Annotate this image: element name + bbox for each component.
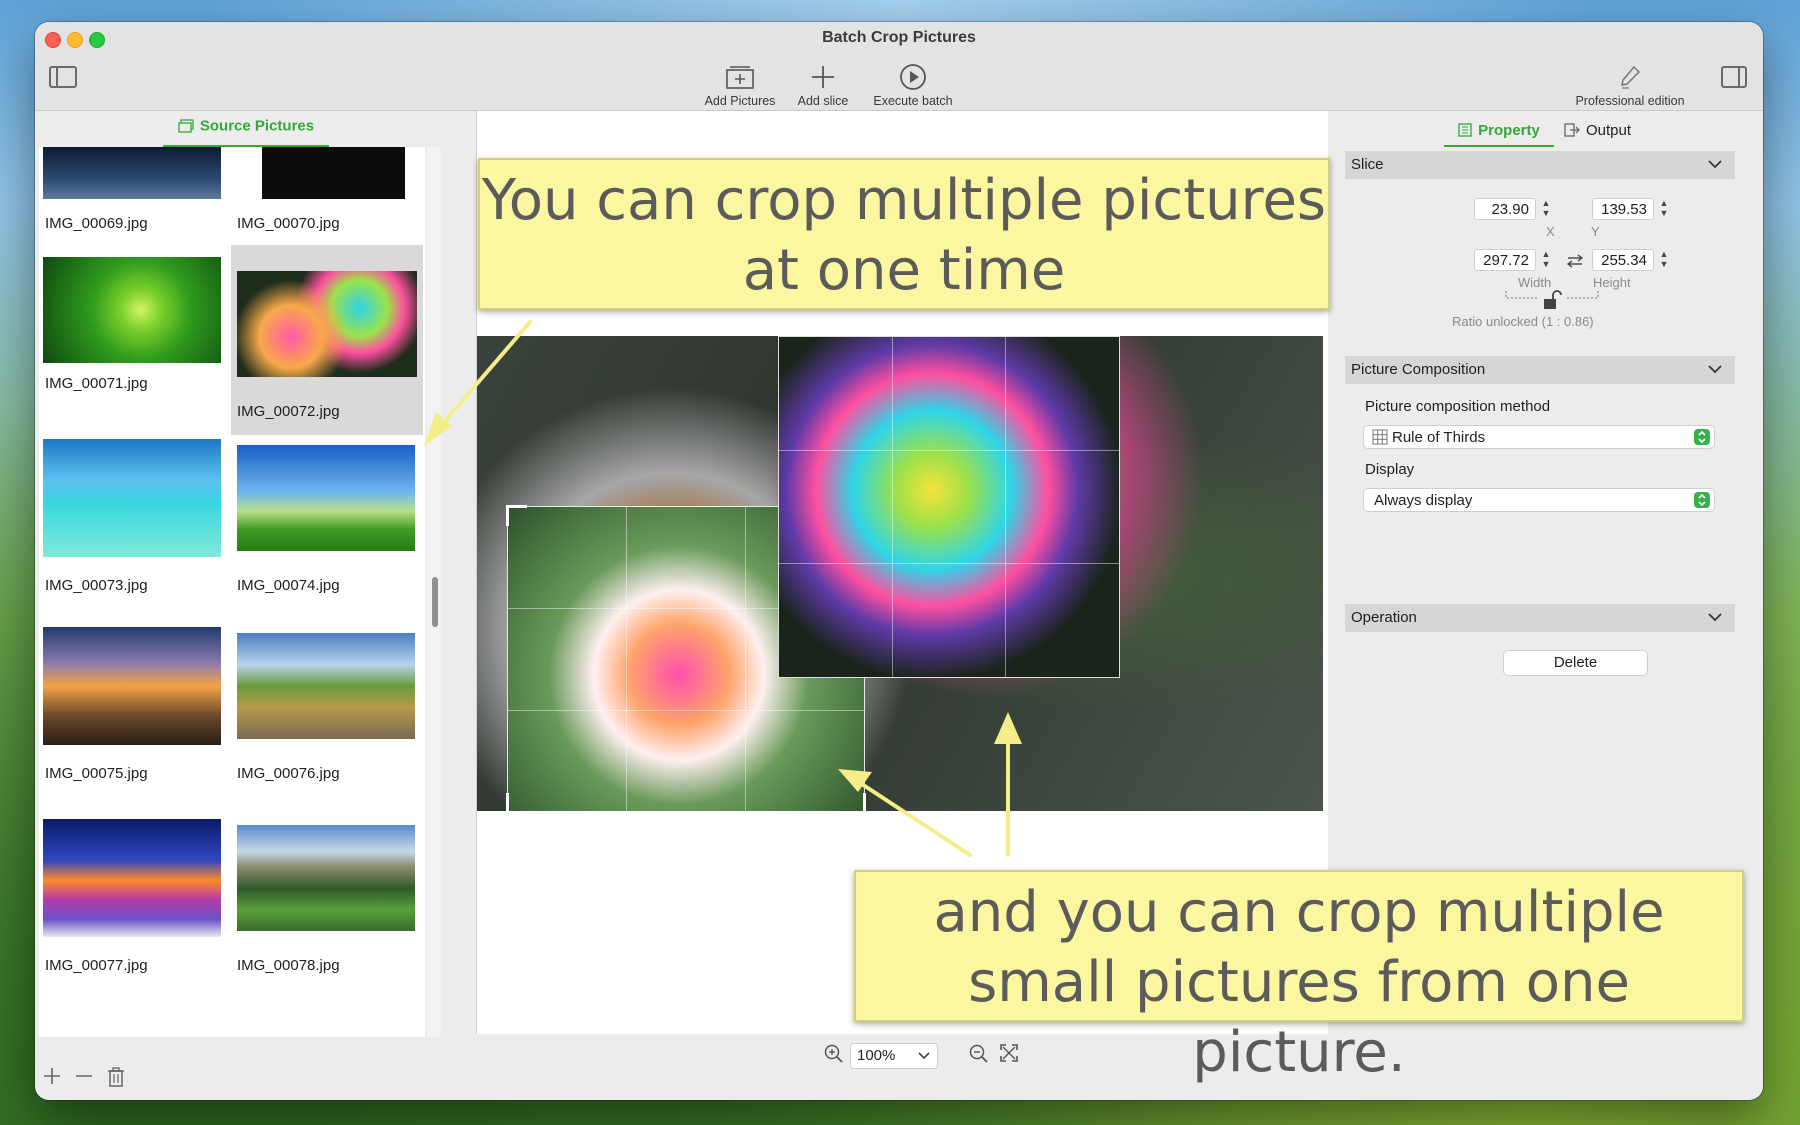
callout-top-line1: You can crop multiple pictures — [481, 168, 1327, 233]
callout-bottom-line1: and you can crop multiple — [933, 880, 1665, 945]
callout-top: You can crop multiple pictures at one ti… — [478, 158, 1330, 310]
callout-bottom: and you can crop multiple small pictures… — [854, 870, 1744, 1085]
callout-bottom-line2: small pictures from one picture. — [968, 950, 1630, 1085]
callout-top-line2: at one time — [742, 238, 1066, 303]
